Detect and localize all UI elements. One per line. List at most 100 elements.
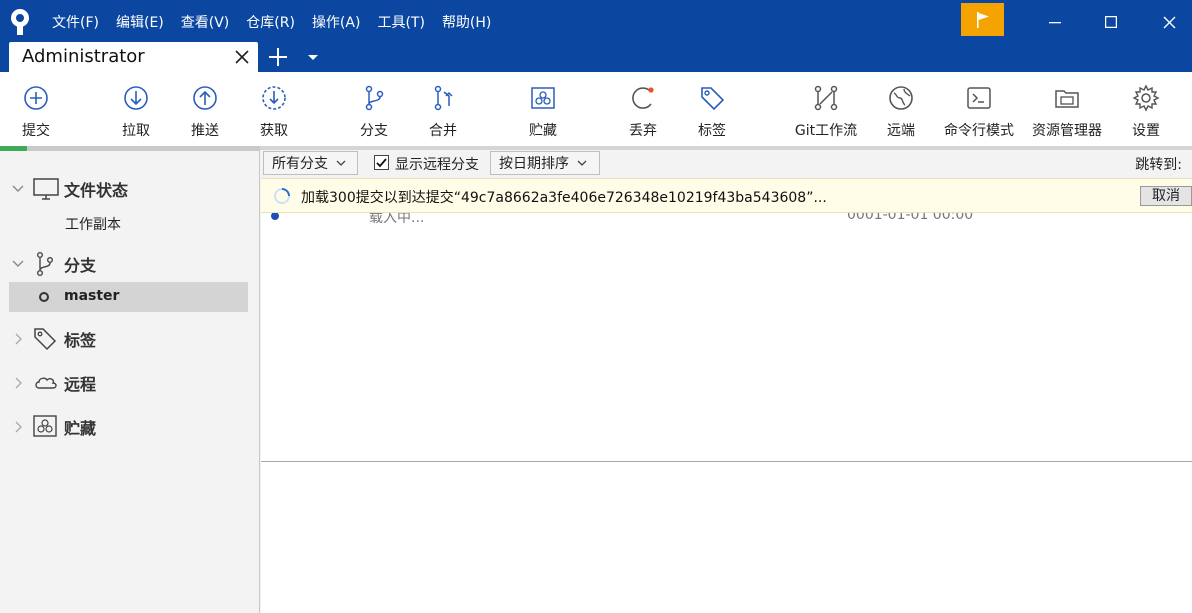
branch-filter-dropdown[interactable]: 所有分支 <box>263 151 358 175</box>
sourcetree-logo-icon <box>11 9 29 35</box>
sidebar-item-master[interactable]: master <box>9 282 248 312</box>
flag-icon <box>976 11 989 28</box>
chevron-down-icon <box>336 160 346 166</box>
show-remote-label: 显示远程分支 <box>395 157 479 173</box>
branch-icon <box>365 85 384 111</box>
tag-icon <box>701 87 725 111</box>
commit-label: 提交 <box>22 123 50 139</box>
gitflow-label: Git工作流 <box>794 123 858 139</box>
file-status-label: 文件状态 <box>64 181 129 200</box>
monitor-icon <box>33 178 59 200</box>
folder-icon <box>1055 90 1079 108</box>
tab-close-icon[interactable] <box>232 47 252 67</box>
stash-icon <box>531 87 555 109</box>
fetch-icon <box>262 86 286 110</box>
tags-label: 标签 <box>64 331 97 350</box>
cancel-button[interactable]: 取消 <box>1140 186 1192 206</box>
commit-graph-node <box>271 213 279 220</box>
remotes-label: 远程 <box>64 375 97 394</box>
merge-label: 合并 <box>429 123 457 139</box>
sidebar-section-remotes[interactable]: 远程 <box>0 369 260 397</box>
tag-label: 标签 <box>698 123 726 139</box>
merge-icon <box>434 85 453 111</box>
commit-button[interactable]: 提交 <box>18 72 54 146</box>
commit-details-pane <box>261 462 1192 613</box>
remote-button[interactable]: 远端 <box>883 72 919 146</box>
commit-icon <box>24 86 48 110</box>
push-button[interactable]: 推送 <box>187 72 223 146</box>
sidebar-section-tags[interactable]: 标签 <box>0 325 260 353</box>
chevron-down-icon <box>12 260 24 267</box>
sidebar-section-file-status[interactable]: 文件状态 <box>0 175 260 203</box>
filter-bar: 所有分支 显示远程分支 按日期排序 跳转到: <box>261 151 1192 177</box>
close-window-button[interactable] <box>1154 8 1184 36</box>
fetch-button[interactable]: 获取 <box>256 72 292 146</box>
chevron-down-icon <box>577 160 587 166</box>
stash-button[interactable]: 贮藏 <box>525 72 561 146</box>
gitflow-button[interactable]: Git工作流 <box>790 72 862 146</box>
master-label: master <box>64 288 120 304</box>
push-icon <box>193 86 217 110</box>
jump-to-label: 跳转到: <box>1135 157 1182 173</box>
title-bar: 文件(F) 编辑(E) 查看(V) 仓库(R) 操作(A) 工具(T) 帮助(H… <box>0 0 1192 72</box>
menu-tools[interactable]: 工具(T) <box>377 12 424 32</box>
stash-label: 贮藏 <box>529 123 557 139</box>
menu-bar: 文件(F) 编辑(E) 查看(V) 仓库(R) 操作(A) 工具(T) 帮助(H… <box>52 12 508 32</box>
new-tab-icon[interactable] <box>266 45 290 69</box>
tag-icon <box>34 328 57 351</box>
settings-button[interactable]: 设置 <box>1128 72 1164 146</box>
discard-icon <box>632 87 654 109</box>
chevron-right-icon <box>15 377 22 389</box>
sidebar: 文件状态 工作副本 分支 master 标签 远程 贮藏 <box>0 151 260 613</box>
explorer-label: 资源管理器 <box>1032 123 1102 139</box>
globe-icon <box>889 86 913 110</box>
check-icon <box>376 158 387 168</box>
show-remote-checkbox[interactable] <box>374 155 389 170</box>
menu-edit[interactable]: 编辑(E) <box>116 12 164 32</box>
sidebar-section-stashes[interactable]: 贮藏 <box>0 413 260 441</box>
settings-label: 设置 <box>1132 123 1160 139</box>
menu-view[interactable]: 查看(V) <box>181 12 230 32</box>
sidebar-item-working-copy[interactable]: 工作副本 <box>65 214 121 234</box>
branch-button[interactable]: 分支 <box>356 72 392 146</box>
pull-button[interactable]: 拉取 <box>118 72 154 146</box>
spinner-icon <box>274 188 290 204</box>
discard-button[interactable]: 丢弃 <box>625 72 661 146</box>
pull-label: 拉取 <box>122 123 150 139</box>
commit-date: 0001-01-01 00:00 <box>847 213 974 223</box>
commit-message: 载入中... <box>369 213 425 226</box>
minimize-button[interactable] <box>1040 8 1070 36</box>
loading-message: 加载300提交以到达提交“49c7a8662a3fe406e726348e102… <box>301 190 827 206</box>
chevron-down-icon <box>12 185 24 192</box>
menu-help[interactable]: 帮助(H) <box>442 12 491 32</box>
maximize-button[interactable] <box>1096 8 1126 36</box>
chevron-right-icon <box>15 421 22 433</box>
terminal-button[interactable]: 命令行模式 <box>941 72 1017 146</box>
flag-button[interactable] <box>961 3 1004 36</box>
gear-icon <box>1132 84 1160 112</box>
sidebar-section-branches[interactable]: 分支 <box>0 250 260 278</box>
loading-banner: 加载300提交以到达提交“49c7a8662a3fe406e726348e102… <box>261 178 1192 213</box>
explorer-button[interactable]: 资源管理器 <box>1029 72 1105 146</box>
repo-tab[interactable]: Administrator <box>9 42 258 72</box>
content-separator <box>260 146 1192 150</box>
commit-list: 载入中... 0001-01-01 00:00 <box>261 213 1192 461</box>
tab-dropdown-icon[interactable] <box>306 52 320 62</box>
menu-repository[interactable]: 仓库(R) <box>246 12 295 32</box>
cloud-icon <box>35 377 57 389</box>
fetch-label: 获取 <box>260 123 288 139</box>
remote-label: 远端 <box>887 123 915 139</box>
terminal-label: 命令行模式 <box>944 123 1014 139</box>
merge-button[interactable]: 合并 <box>425 72 461 146</box>
gitflow-icon <box>814 85 838 111</box>
push-label: 推送 <box>191 123 219 139</box>
branches-label: 分支 <box>64 256 97 275</box>
sort-dropdown[interactable]: 按日期排序 <box>490 151 600 175</box>
pull-icon <box>124 86 148 110</box>
menu-file[interactable]: 文件(F) <box>52 12 99 32</box>
close-icon <box>1163 16 1175 28</box>
tag-button[interactable]: 标签 <box>694 72 730 146</box>
menu-actions[interactable]: 操作(A) <box>312 12 361 32</box>
maximize-icon <box>1105 16 1117 28</box>
branch-icon <box>36 252 53 276</box>
